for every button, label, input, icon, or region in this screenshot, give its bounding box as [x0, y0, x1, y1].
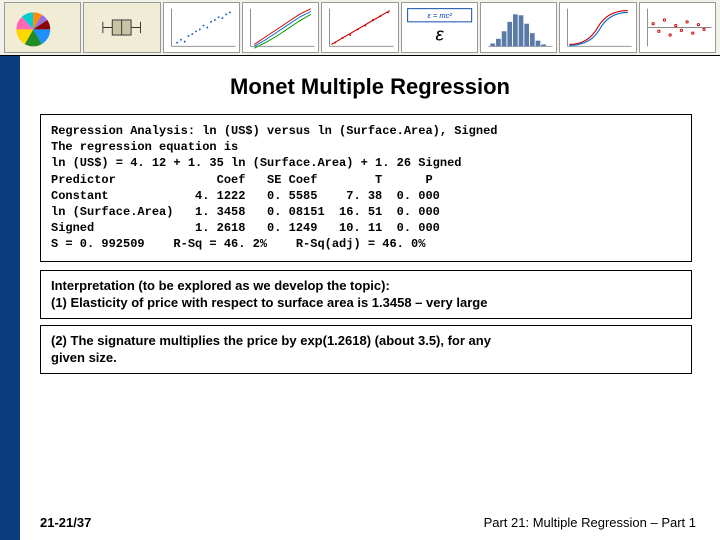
interpretation-box-2: (2) The signature multiplies the price b… [40, 325, 692, 374]
reg-line-7: Signed 1. 2618 0. 1249 10. 11 0. 000 [51, 220, 681, 236]
reg-line-6: ln (Surface.Area) 1. 3458 0. 08151 16. 5… [51, 204, 681, 220]
thumb-fitted [321, 2, 398, 53]
thumb-quantile-lines [242, 2, 319, 53]
thumbnail-strip: ε = mc² ε [0, 0, 720, 56]
thumb-scatter [163, 2, 240, 53]
thumb-formula: ε = mc² ε [401, 2, 478, 53]
page-number: 21-21/37 [40, 515, 91, 530]
slide-footer: 21-21/37 Part 21: Multiple Regression – … [40, 515, 696, 530]
thumb-scurve [559, 2, 636, 53]
svg-text:ε = mc²: ε = mc² [427, 11, 452, 20]
thumb-boxplot [83, 2, 160, 53]
interp2-l1: (2) The signature multiplies the price b… [51, 332, 681, 350]
interp1-l2: (1) Elasticity of price with respect to … [51, 294, 681, 312]
svg-text:ε: ε [435, 24, 444, 45]
slide-body: Monet Multiple Regression Regression Ana… [0, 56, 720, 540]
reg-line-3: ln (US$) = 4. 12 + 1. 35 ln (Surface.Are… [51, 155, 681, 171]
interp2-l2: given size. [51, 349, 681, 367]
reg-line-1: Regression Analysis: ln (US$) versus ln … [51, 123, 681, 139]
interpretation-box-1: Interpretation (to be explored as we dev… [40, 270, 692, 319]
thumb-residuals [639, 2, 716, 53]
thumb-histogram [480, 2, 557, 53]
regression-output-box: Regression Analysis: ln (US$) versus ln … [40, 114, 692, 262]
interp1-l1: Interpretation (to be explored as we dev… [51, 277, 681, 295]
reg-line-4: Predictor Coef SE Coef T P [51, 172, 681, 188]
page-title: Monet Multiple Regression [20, 56, 720, 114]
footer-part-label: Part 21: Multiple Regression – Part 1 [484, 515, 696, 530]
reg-line-2: The regression equation is [51, 139, 681, 155]
reg-line-5: Constant 4. 1222 0. 5585 7. 38 0. 000 [51, 188, 681, 204]
reg-line-8: S = 0. 992509 R-Sq = 46. 2% R-Sq(adj) = … [51, 236, 681, 252]
thumb-pie [4, 2, 81, 53]
